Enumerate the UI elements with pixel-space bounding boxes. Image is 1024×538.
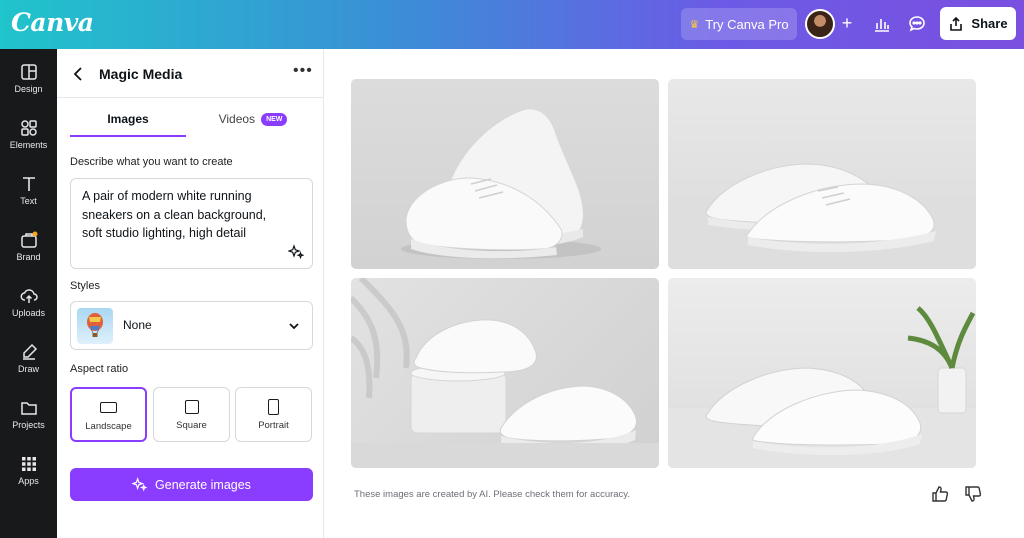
tab-images[interactable]: Images bbox=[70, 109, 186, 137]
rail-label: Projects bbox=[12, 420, 45, 430]
thumb-up-icon[interactable] bbox=[931, 485, 949, 503]
panel-divider bbox=[57, 97, 324, 98]
magic-media-panel: Magic Media ••• Images Videos NEW Descri… bbox=[57, 49, 324, 538]
prompt-line: soft studio lighting, high detail bbox=[82, 226, 246, 240]
generated-image-4[interactable] bbox=[668, 278, 976, 468]
prompt-line: sneakers on a clean background, bbox=[82, 207, 267, 222]
try-canva-pro-button[interactable]: ♛ Try Canva Pro bbox=[681, 8, 797, 40]
brand-icon bbox=[20, 231, 37, 248]
generated-image-2[interactable] bbox=[668, 79, 976, 269]
styles-label: Styles bbox=[70, 280, 100, 292]
portrait-icon bbox=[268, 399, 279, 415]
rail-label: Elements bbox=[9, 140, 48, 150]
canva-logo[interactable]: Canva bbox=[11, 8, 94, 37]
projects-icon bbox=[20, 402, 37, 415]
tab-videos[interactable]: Videos NEW bbox=[193, 109, 313, 137]
ai-disclaimer: These images are created by AI. Please c… bbox=[354, 489, 630, 500]
aspect-square-option[interactable]: Square bbox=[153, 387, 230, 442]
generate-images-label: Generate images bbox=[155, 477, 251, 492]
analytics-icon[interactable] bbox=[872, 14, 892, 34]
apps-icon bbox=[21, 457, 36, 471]
rail-label: Brand bbox=[16, 252, 41, 262]
generated-image-1[interactable] bbox=[351, 79, 659, 269]
generate-images-button[interactable]: Generate images bbox=[70, 468, 313, 501]
try-canva-pro-label: Try Canva Pro bbox=[705, 16, 789, 32]
chevron-down-icon bbox=[289, 323, 299, 330]
describe-label: Describe what you want to create bbox=[70, 156, 233, 168]
rail-label: Text bbox=[20, 196, 37, 206]
aspect-option-label: Square bbox=[176, 420, 207, 431]
aspect-landscape-option[interactable]: Landscape bbox=[70, 387, 147, 442]
rail-label: Design bbox=[14, 84, 43, 94]
share-icon bbox=[950, 16, 963, 31]
landscape-icon bbox=[100, 402, 117, 413]
back-arrow-icon[interactable] bbox=[71, 66, 87, 82]
text-icon bbox=[22, 177, 35, 191]
style-thumbnail bbox=[77, 308, 113, 344]
share-button[interactable]: Share bbox=[940, 7, 1016, 40]
rail-item-projects[interactable]: Projects bbox=[0, 399, 57, 447]
aspect-ratio-label: Aspect ratio bbox=[70, 363, 129, 375]
thumb-down-icon[interactable] bbox=[964, 485, 982, 503]
avatar[interactable] bbox=[805, 9, 835, 39]
rail-label: Uploads bbox=[11, 308, 46, 318]
prompt-input[interactable]: A pair of modern white running sneakers … bbox=[70, 178, 313, 269]
prompt-line: A pair of modern white running bbox=[82, 189, 252, 203]
uploads-icon bbox=[20, 289, 38, 303]
rail-label: Apps bbox=[18, 476, 39, 486]
styles-value: None bbox=[123, 318, 152, 332]
aspect-option-label: Portrait bbox=[258, 420, 289, 431]
share-label: Share bbox=[971, 16, 1008, 31]
rail-item-design[interactable]: Design bbox=[0, 63, 57, 111]
crown-icon: ♛ bbox=[689, 18, 700, 31]
side-rail: Design Elements Text Brand Uploads Draw … bbox=[0, 49, 57, 538]
rail-item-elements[interactable]: Elements bbox=[0, 119, 57, 167]
rail-item-draw[interactable]: Draw bbox=[0, 343, 57, 391]
aspect-option-label: Landscape bbox=[85, 421, 132, 432]
new-badge: NEW bbox=[261, 113, 288, 126]
rail-item-apps[interactable]: Apps bbox=[0, 455, 57, 503]
comment-icon[interactable] bbox=[907, 14, 927, 34]
rail-item-text[interactable]: Text bbox=[0, 175, 57, 223]
square-icon bbox=[184, 400, 199, 414]
top-bar: Canva ♛ Try Canva Pro + Share bbox=[0, 0, 1024, 49]
canvas-area: These images are created by AI. Please c… bbox=[325, 49, 1024, 538]
panel-title: Magic Media bbox=[99, 66, 183, 82]
draw-icon bbox=[22, 343, 37, 360]
rail-item-brand[interactable]: Brand bbox=[0, 231, 57, 279]
more-options-icon[interactable]: ••• bbox=[293, 62, 313, 80]
generated-image-3[interactable] bbox=[351, 278, 659, 468]
aspect-portrait-option[interactable]: Portrait bbox=[235, 387, 312, 442]
elements-icon bbox=[20, 120, 37, 136]
tab-videos-label: Videos bbox=[218, 112, 256, 126]
rail-label: Draw bbox=[17, 364, 39, 374]
design-icon bbox=[20, 64, 37, 80]
plus-icon[interactable]: + bbox=[838, 14, 856, 32]
sparkle-icon[interactable] bbox=[288, 244, 304, 260]
rail-item-uploads[interactable]: Uploads bbox=[0, 287, 57, 335]
sparkle-icon bbox=[132, 477, 148, 492]
styles-select[interactable]: None bbox=[70, 301, 313, 350]
